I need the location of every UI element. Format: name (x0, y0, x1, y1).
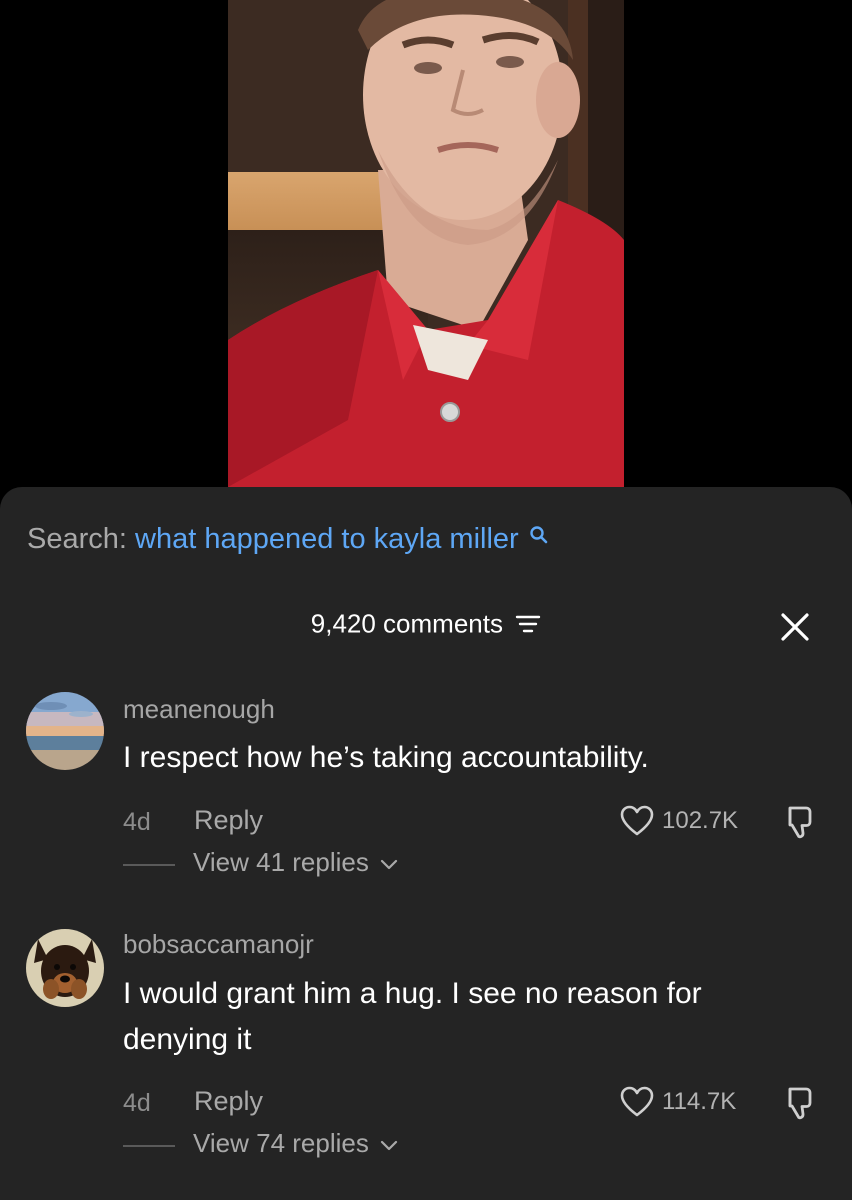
search-query-link[interactable]: what happened to kayla miller (135, 523, 519, 555)
search-icon (530, 526, 548, 544)
reply-button[interactable]: Reply (194, 1086, 263, 1117)
dog-avatar[interactable] (26, 929, 104, 1007)
avatar-image (26, 929, 104, 1007)
replies-divider (123, 864, 175, 866)
chevron-down-icon (380, 860, 398, 870)
replies-divider (123, 1145, 175, 1147)
reply-button[interactable]: Reply (194, 805, 263, 836)
comment-username[interactable]: bobsaccamanojr (123, 929, 314, 960)
comment-time: 4d (123, 1089, 151, 1117)
like-button[interactable]: 114.7K (620, 1086, 736, 1118)
sort-lines-icon[interactable] (515, 613, 541, 635)
like-count: 114.7K (662, 1088, 737, 1115)
view-replies-label: View 41 replies (193, 847, 369, 877)
video-player[interactable] (0, 0, 852, 500)
view-replies-label: View 74 replies (193, 1128, 369, 1158)
dislike-icon[interactable] (778, 1083, 818, 1123)
avatar-image (26, 692, 104, 770)
like-button[interactable]: 102.7K (620, 805, 738, 837)
comments-header: 9,420 comments (0, 607, 852, 640)
video-frame (228, 0, 624, 487)
comments-sheet: Search: what happened to kayla miller 9,… (0, 487, 852, 1200)
comment-text: I respect how he’s taking accountability… (123, 741, 649, 774)
view-replies-button[interactable]: View 41 replies (193, 847, 398, 878)
heart-icon (620, 805, 654, 836)
like-count: 102.7K (662, 807, 739, 834)
comment-text: I would grant him a hug. I see no reason… (123, 977, 702, 1056)
view-replies-button[interactable]: View 74 replies (193, 1128, 398, 1159)
comment-time: 4d (123, 808, 151, 836)
ocean-sunset-avatar[interactable] (26, 692, 104, 770)
search-suggestion[interactable]: Search: what happened to kayla miller (27, 523, 549, 556)
comment-count: 9,420 comments (310, 608, 503, 639)
close-icon[interactable] (779, 611, 811, 643)
heart-icon (620, 1086, 654, 1117)
search-label: Search: (27, 523, 127, 555)
comment-username[interactable]: meanenough (123, 694, 275, 725)
chevron-down-icon (380, 1141, 398, 1151)
dislike-icon[interactable] (778, 802, 818, 842)
person-in-red-shirt-image (228, 0, 624, 487)
